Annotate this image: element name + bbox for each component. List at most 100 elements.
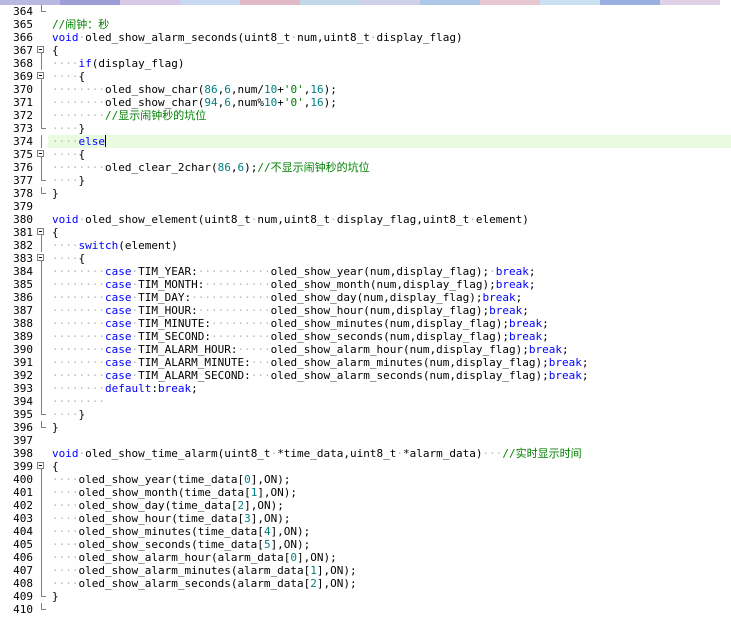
code-line[interactable]: 382 ····switch(element): [0, 239, 731, 252]
code-text[interactable]: ········case·TIM_ALARM_SECOND:···oled_sh…: [52, 369, 588, 382]
code-text[interactable]: ····}: [52, 408, 85, 421]
code-editor[interactable]: 364 365//闹钟：秒 366 void·oled_show_alarm_seco…: [0, 5, 731, 616]
code-text[interactable]: ····oled_show_month(time_data[1],ON);: [52, 486, 297, 499]
code-line[interactable]: 370 ········oled_show_char(86,6,num/10+'0…: [0, 83, 731, 96]
fold-toggle-icon[interactable]: [36, 226, 48, 239]
code-line[interactable]: 377 ····}: [0, 174, 731, 187]
code-text[interactable]: ····oled_show_alarm_hour(alarm_data[0],O…: [52, 551, 337, 564]
code-text[interactable]: void·oled_show_element(uint8_t·num,uint8…: [52, 213, 529, 226]
code-line[interactable]: 392 ········case·TIM_ALARM_SECOND:···oled…: [0, 369, 731, 382]
code-line[interactable]: 397: [0, 434, 731, 447]
code-text[interactable]: ········case·TIM_ALARM_HOUR:·····oled_sh…: [52, 343, 569, 356]
code-line[interactable]: 403 ····oled_show_hour(time_data[3],ON);: [0, 512, 731, 525]
code-text[interactable]: ········case·TIM_SECOND:·········oled_sh…: [52, 330, 549, 343]
code-text[interactable]: ····}: [52, 174, 85, 187]
code-text[interactable]: ····else: [52, 135, 106, 148]
code-line[interactable]: 383 ····{: [0, 252, 731, 265]
code-line[interactable]: 395 ····}: [0, 408, 731, 421]
code-line[interactable]: 406 ····oled_show_alarm_hour(alarm_data[0…: [0, 551, 731, 564]
code-text[interactable]: ········: [52, 395, 105, 408]
code-text[interactable]: ········case·TIM_MINUTE:·········oled_sh…: [52, 317, 549, 330]
code-line[interactable]: 390 ········case·TIM_ALARM_HOUR:·····oled…: [0, 343, 731, 356]
fold-toggle-icon[interactable]: [36, 44, 48, 57]
code-text[interactable]: ····switch(element): [52, 239, 178, 252]
code-text[interactable]: ····oled_show_alarm_minutes(alarm_data[1…: [52, 564, 357, 577]
code-line[interactable]: 401 ····oled_show_month(time_data[1],ON);: [0, 486, 731, 499]
code-line[interactable]: 384 ········case · TIM_YEAR:···········oled…: [0, 265, 731, 278]
code-text[interactable]: void·oled_show_time_alarm(uint8_t·*time_…: [52, 447, 582, 460]
code-line[interactable]: 407 ····oled_show_alarm_minutes(alarm_dat…: [0, 564, 731, 577]
code-text[interactable]: ········case·TIM_DAY:············oled_sh…: [52, 291, 522, 304]
code-text[interactable]: void·oled_show_alarm_seconds(uint8_t·num…: [52, 31, 463, 44]
code-line[interactable]: 380 void·oled_show_element(uint8_t·num,ui…: [0, 213, 731, 226]
code-text[interactable]: ····}: [52, 122, 85, 135]
code-line[interactable]: 372 ········//显示闹钟秒的坑位: [0, 109, 731, 122]
fold-guide: [36, 538, 48, 551]
code-line[interactable]: 374 ····else: [0, 135, 731, 148]
code-line[interactable]: 365 //闹钟：秒: [0, 18, 731, 31]
code-text[interactable]: ····oled_show_minutes(time_data[4],ON);: [52, 525, 310, 538]
code-text[interactable]: }: [52, 187, 59, 200]
code-text[interactable]: ····oled_show_day(time_data[2],ON);: [52, 499, 284, 512]
code-text[interactable]: }: [52, 421, 59, 434]
code-line[interactable]: 410: [0, 603, 731, 616]
code-line[interactable]: 371 ········oled_show_char(94,6,num%10+'0…: [0, 96, 731, 109]
code-token: oled_show_element(uint8_t: [85, 213, 251, 226]
code-text[interactable]: ····{: [52, 70, 85, 83]
code-text[interactable]: ········default:break;: [52, 382, 198, 395]
code-line[interactable]: 367 {: [0, 44, 731, 57]
code-text[interactable]: {: [52, 44, 59, 57]
code-line[interactable]: 389 ········case·TIM_SECOND:·········oled…: [0, 330, 731, 343]
code-line[interactable]: 375 ····{: [0, 148, 731, 161]
code-line[interactable]: 368 ····if(display_flag): [0, 57, 731, 70]
fold-toggle-icon[interactable]: [36, 252, 48, 265]
code-line[interactable]: 402 ····oled_show_day(time_data[2],ON);: [0, 499, 731, 512]
code-text[interactable]: ····{: [52, 252, 85, 265]
code-text[interactable]: {: [52, 226, 59, 239]
code-text[interactable]: ····if(display_flag): [52, 57, 184, 70]
code-text[interactable]: ····oled_show_seconds(time_data[5],ON);: [52, 538, 310, 551]
code-line[interactable]: 366 void·oled_show_alarm_seconds(uint8_t·…: [0, 31, 731, 44]
code-line[interactable]: 393 ········default:break;: [0, 382, 731, 395]
code-line[interactable]: 388 ········case·TIM_MINUTE:·········oled…: [0, 317, 731, 330]
code-text[interactable]: ········oled_show_char(86,6,num/10+'0',1…: [52, 83, 337, 96]
code-line[interactable]: 379: [0, 200, 731, 213]
code-line[interactable]: 405 ····oled_show_seconds(time_data[5],ON…: [0, 538, 731, 551]
code-line[interactable]: 373 ····}: [0, 122, 731, 135]
code-line[interactable]: 364: [0, 5, 731, 18]
code-line[interactable]: 400 ····oled_show_year(time_data[0],ON);: [0, 473, 731, 486]
code-line[interactable]: 381 {: [0, 226, 731, 239]
code-text[interactable]: ····oled_show_year(time_data[0],ON);: [52, 473, 290, 486]
code-text[interactable]: }: [52, 590, 59, 603]
code-text[interactable]: ········case · TIM_YEAR:···········oled_sh…: [52, 265, 536, 278]
code-line[interactable]: 369 ····{: [0, 70, 731, 83]
code-text[interactable]: //闹钟：秒: [52, 18, 109, 31]
code-text[interactable]: ····oled_show_hour(time_data[3],ON);: [52, 512, 290, 525]
fold-toggle-icon[interactable]: [36, 460, 48, 473]
code-line[interactable]: 404 ····oled_show_minutes(time_data[4],ON…: [0, 525, 731, 538]
code-text[interactable]: ········oled_clear_2char(86,6);//不显示闹钟秒的…: [52, 161, 370, 174]
code-text[interactable]: ········oled_show_char(94,6,num%10+'0',1…: [52, 96, 337, 109]
code-text[interactable]: ········case·TIM_ALARM_MINUTE:···oled_sh…: [52, 356, 588, 369]
fold-guide: [36, 109, 48, 122]
code-line[interactable]: 408 ····oled_show_alarm_seconds(alarm_dat…: [0, 577, 731, 590]
code-line[interactable]: 396}: [0, 421, 731, 434]
code-text[interactable]: {: [52, 460, 59, 473]
code-line[interactable]: 391 ········case·TIM_ALARM_MINUTE:···oled…: [0, 356, 731, 369]
code-line[interactable]: 398 void·oled_show_time_alarm(uint8_t·*ti…: [0, 447, 731, 460]
fold-toggle-icon[interactable]: [36, 148, 48, 161]
code-line[interactable]: 387 ········case·TIM_HOUR:···········oled…: [0, 304, 731, 317]
code-text[interactable]: ········case·TIM_MONTH:··········oled_sh…: [52, 278, 536, 291]
code-line[interactable]: 376 ········oled_clear_2char(86,6);//不显示闹…: [0, 161, 731, 174]
code-line[interactable]: 386 ········case·TIM_DAY:············oled…: [0, 291, 731, 304]
code-line[interactable]: 385 ········case·TIM_MONTH:··········oled…: [0, 278, 731, 291]
code-text[interactable]: ········//显示闹钟秒的坑位: [52, 109, 206, 122]
code-line[interactable]: 409}: [0, 590, 731, 603]
code-text[interactable]: ····{: [52, 148, 85, 161]
code-text[interactable]: ········case·TIM_HOUR:···········oled_sh…: [52, 304, 529, 317]
code-line[interactable]: 394 ········: [0, 395, 731, 408]
code-text[interactable]: ····oled_show_alarm_seconds(alarm_data[2…: [52, 577, 357, 590]
code-line[interactable]: 399 {: [0, 460, 731, 473]
fold-toggle-icon[interactable]: [36, 70, 48, 83]
code-line[interactable]: 378}: [0, 187, 731, 200]
